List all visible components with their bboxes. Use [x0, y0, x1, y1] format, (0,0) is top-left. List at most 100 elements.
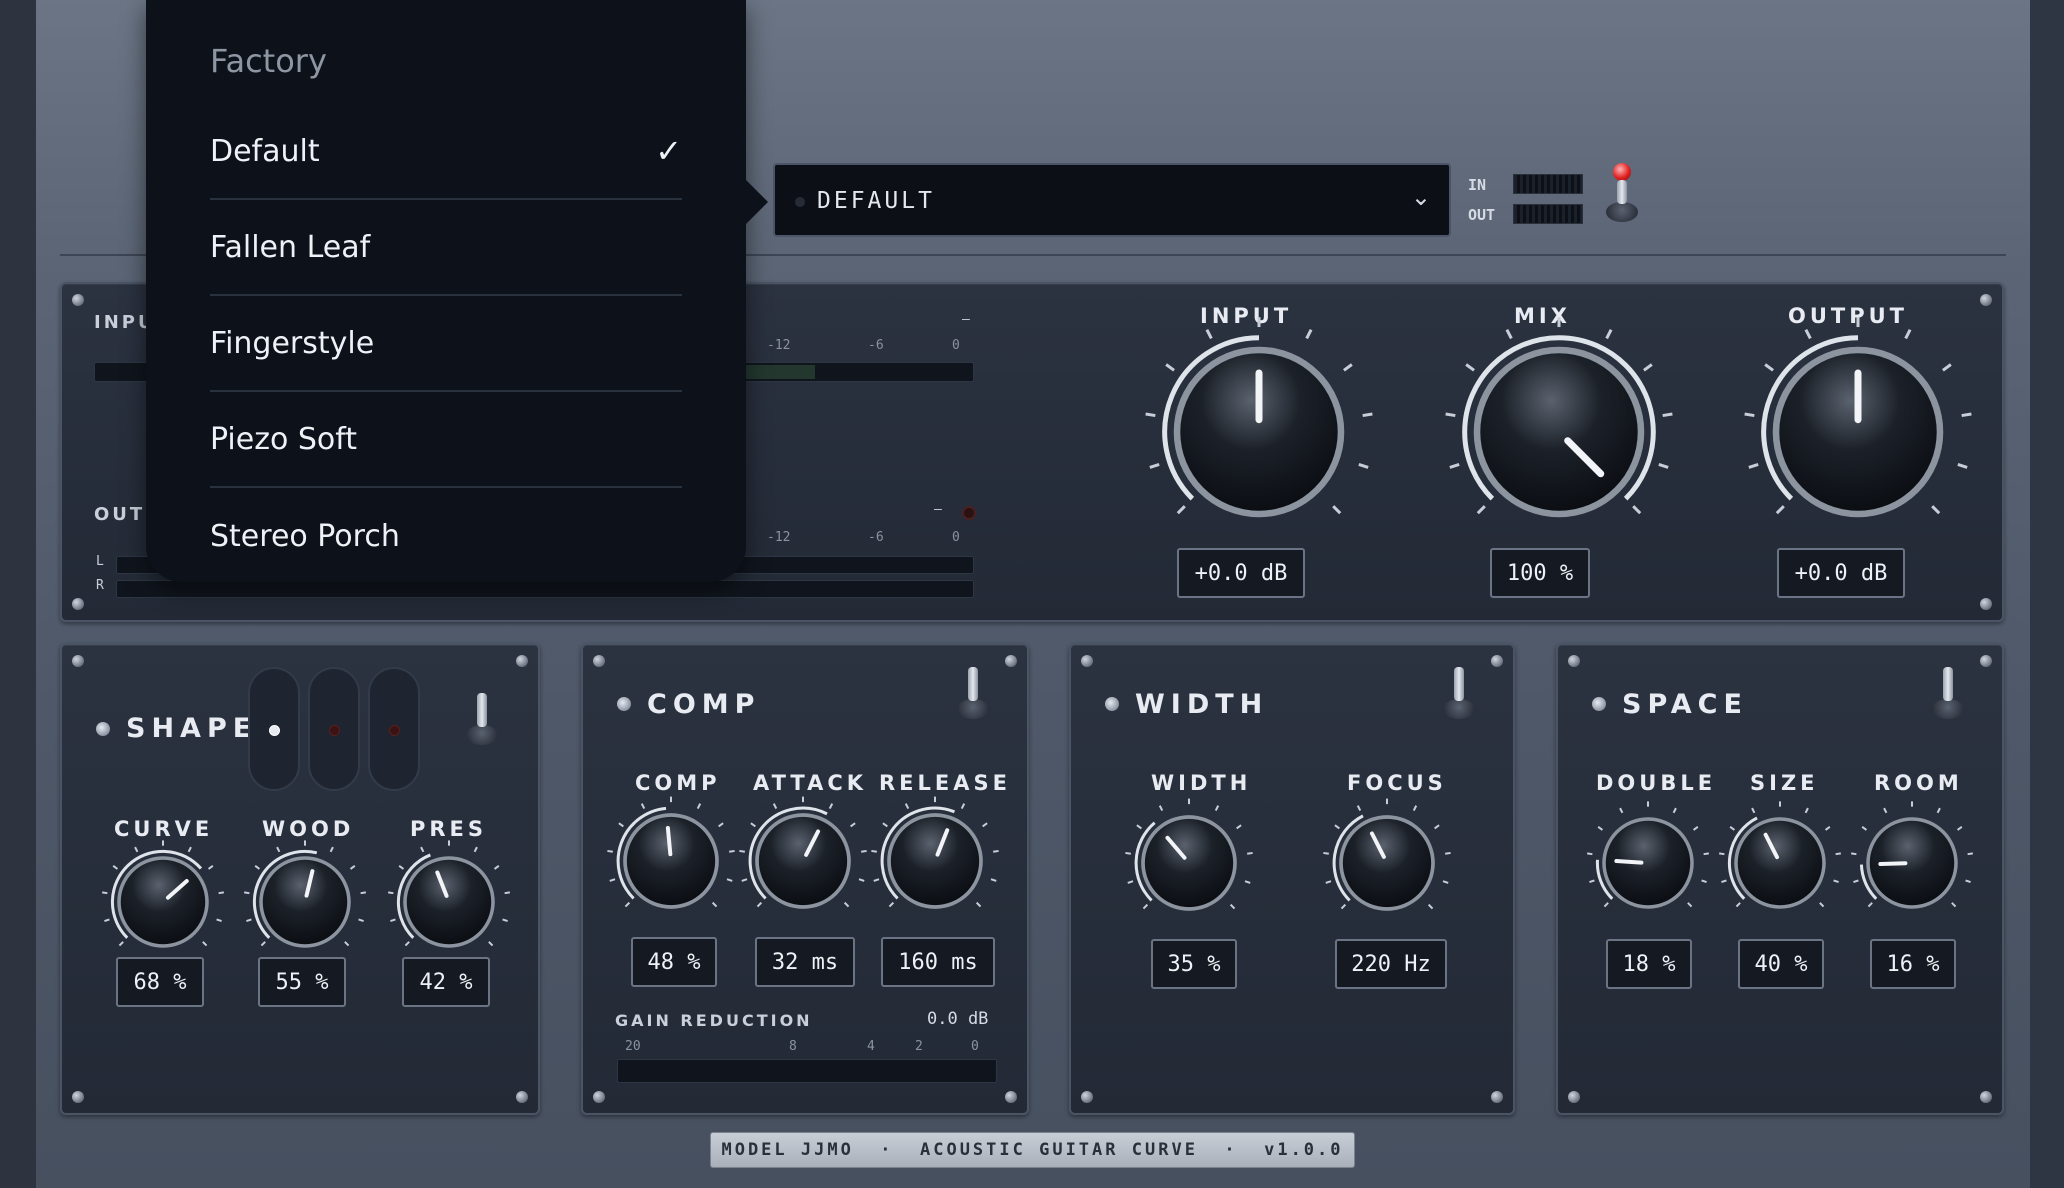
knob-tick — [1444, 851, 1451, 855]
curve-knob[interactable] — [102, 840, 224, 948]
knob-graphic — [871, 796, 999, 909]
knob-graphic — [739, 796, 867, 909]
space-enable-led[interactable] — [1592, 697, 1606, 711]
room-label: ROOM — [1874, 771, 1963, 795]
shape-toggle[interactable] — [462, 689, 502, 745]
focus-value[interactable]: 220 Hz — [1335, 939, 1447, 989]
menu-item-label: Stereo Porch — [210, 518, 400, 554]
knob-tick — [1325, 880, 1332, 884]
release-knob[interactable] — [871, 796, 999, 909]
double-knob[interactable] — [1587, 801, 1709, 909]
knob-pointer — [665, 826, 673, 857]
knob-tick — [1775, 505, 1785, 515]
width-knob[interactable] — [1125, 798, 1253, 911]
shape-mode-3[interactable] — [368, 667, 420, 791]
model-badge: MODEL JJMO · ACOUSTIC GUITAR CURVE · v1.… — [710, 1132, 1355, 1168]
input-value[interactable]: +0.0 dB — [1177, 548, 1305, 598]
knob-tick — [1672, 807, 1677, 814]
tick-label: -6 — [868, 530, 884, 545]
width-enable-led[interactable] — [1105, 697, 1119, 711]
pres-value[interactable]: 42 % — [402, 957, 490, 1007]
menu-section-header: Factory — [210, 42, 327, 80]
knob-tick — [504, 891, 510, 895]
left-edge — [0, 0, 36, 1188]
comp-enable-led[interactable] — [617, 697, 631, 711]
double-value[interactable]: 18 % — [1606, 939, 1692, 989]
width-toggle[interactable] — [1439, 663, 1479, 719]
chevron-down-icon[interactable]: ⌄ — [1411, 183, 1431, 211]
attack-value[interactable]: 32 ms — [755, 937, 855, 987]
menu-item-piezo-soft[interactable]: Piezo Soft — [210, 392, 682, 488]
size-knob[interactable] — [1719, 801, 1841, 909]
input-knob[interactable] — [1145, 317, 1373, 518]
knob-tick — [118, 941, 124, 947]
knob-tick — [1246, 851, 1253, 855]
width-value[interactable]: 35 % — [1151, 939, 1237, 989]
knob-tick — [1729, 825, 1736, 831]
release-label: RELEASE — [879, 771, 1011, 795]
shape-mode-1[interactable] — [248, 667, 300, 791]
menu-item-stereo-porch[interactable]: Stereo Porch — [210, 488, 682, 584]
mix-value[interactable]: 100 % — [1490, 548, 1590, 598]
knob-tick — [218, 891, 224, 895]
menu-item-fallen-leaf[interactable]: Fallen Leaf — [210, 200, 682, 296]
menu-item-label: Default — [210, 133, 320, 169]
knob-tick — [1214, 805, 1220, 811]
knob-body — [890, 816, 980, 906]
knob-tick — [1332, 505, 1342, 515]
knob-tick — [1662, 412, 1673, 418]
wood-knob[interactable] — [244, 840, 366, 948]
gain-reduction-meter — [617, 1059, 997, 1083]
knob-graphic — [1851, 801, 1973, 909]
knob-tick — [1136, 824, 1142, 830]
focus-knob[interactable] — [1323, 798, 1451, 911]
attack-knob[interactable] — [739, 796, 867, 909]
menu-item-fingerstyle[interactable]: Fingerstyle — [210, 296, 682, 392]
size-value[interactable]: 40 % — [1738, 939, 1824, 989]
knob-body — [1480, 353, 1638, 511]
knob-tick — [329, 846, 334, 853]
knob-tick — [216, 918, 222, 922]
knob-body — [626, 816, 716, 906]
knob-tick — [1145, 412, 1156, 418]
release-value[interactable]: 160 ms — [881, 937, 995, 987]
pres-label: PRES — [410, 817, 488, 841]
focus-label: FOCUS — [1347, 771, 1447, 795]
menu-item-default[interactable]: Default ✓ — [210, 104, 682, 200]
bypass-toggle[interactable] — [1602, 174, 1642, 222]
comp-knob[interactable] — [607, 796, 735, 909]
knob-tick — [873, 878, 880, 882]
knob-tick — [1967, 852, 1973, 856]
pres-knob[interactable] — [388, 840, 510, 948]
knob-tick — [871, 849, 878, 853]
space-toggle[interactable] — [1928, 663, 1968, 719]
output-knob[interactable] — [1744, 317, 1972, 518]
shape-enable-led[interactable] — [96, 722, 110, 736]
knob-tick — [1956, 825, 1963, 831]
output-value[interactable]: +0.0 dB — [1777, 548, 1905, 598]
knob-tick — [244, 891, 250, 895]
shape-mode-2[interactable] — [308, 667, 360, 791]
knob-tick — [1658, 463, 1669, 469]
mix-knob[interactable] — [1445, 317, 1673, 518]
tick-label: -12 — [767, 530, 791, 545]
tick-label: 20 — [625, 1039, 641, 1054]
preset-select[interactable]: DEFAULT ⌄ — [773, 163, 1451, 237]
knob-tick — [960, 803, 966, 809]
knob-tick — [624, 901, 631, 908]
knob-tick — [728, 849, 735, 853]
tick-label: 0 — [952, 338, 960, 353]
tick-label: -6 — [868, 338, 884, 353]
knob-body — [1144, 818, 1234, 908]
wood-value[interactable]: 55 % — [258, 957, 346, 1007]
knob-tick — [1449, 463, 1460, 469]
curve-value[interactable]: 68 % — [116, 957, 204, 1007]
room-value[interactable]: 16 % — [1870, 939, 1956, 989]
comp-value[interactable]: 48 % — [631, 937, 717, 987]
comp-toggle[interactable] — [953, 663, 993, 719]
room-knob[interactable] — [1851, 801, 1973, 909]
tick-label: 0 — [952, 530, 960, 545]
knob-tick — [726, 878, 733, 882]
menu-item-label: Piezo Soft — [210, 421, 358, 457]
knob-tick — [1703, 852, 1709, 856]
